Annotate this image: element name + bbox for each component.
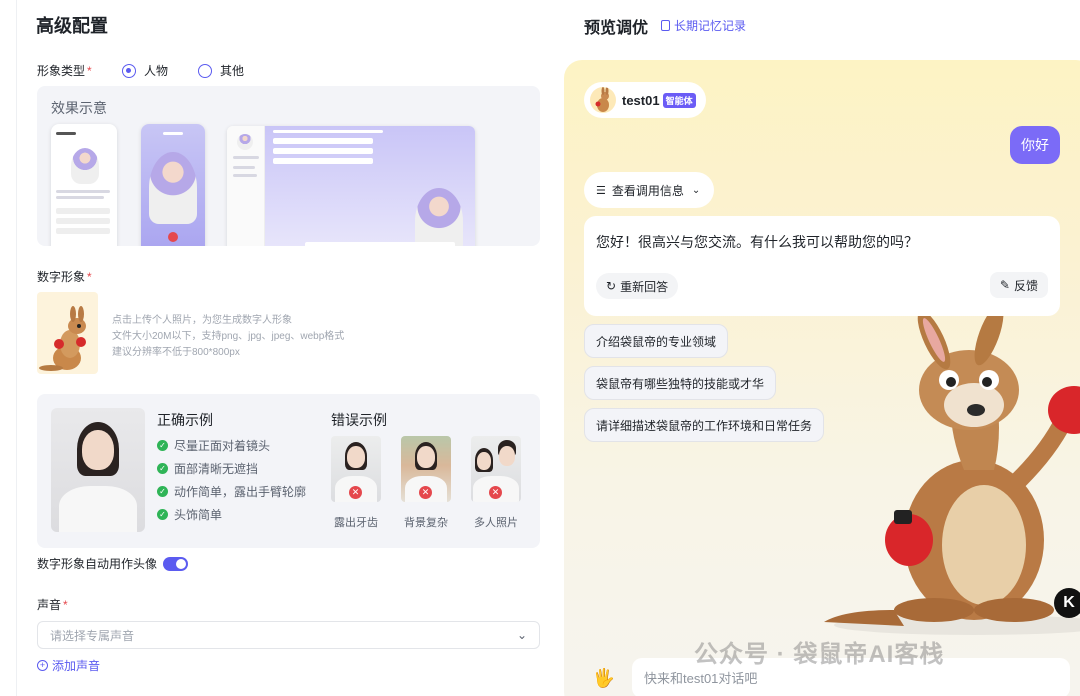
demo-phone-chat xyxy=(51,124,117,246)
radio-other[interactable]: 其他 xyxy=(198,62,244,79)
avatar-hint-2: 文件大小20M以下，支持png、jpg、jpeg、webp格式 xyxy=(112,331,345,342)
list-icon: ☰ xyxy=(596,184,606,197)
voice-select[interactable]: 请选择专属声音 ⌄ xyxy=(37,621,540,649)
voice-input-icon[interactable]: 🖐 xyxy=(584,658,624,696)
user-message: 你好 xyxy=(1010,126,1060,164)
config-panel: 高级配置 形象类型 * 人物 其他 效果示意 数字形象 * 点击上传个人照片，为… xyxy=(0,0,556,696)
agent-chip: test01 智能体 xyxy=(584,82,706,118)
wrong-example-background: ✕ xyxy=(401,436,451,502)
radio-dot-icon xyxy=(198,63,213,78)
reply-text: 您好！很高兴与您交流。有什么我可以帮助您的吗？ xyxy=(596,234,918,250)
type-radio-group: 人物 其他 xyxy=(122,62,274,79)
suggestion-chip[interactable]: 袋鼠帝有哪些独特的技能或才华 xyxy=(584,366,777,400)
floating-k-badge[interactable]: K xyxy=(1054,588,1080,618)
voice-label: 声音 * xyxy=(37,598,68,612)
error-x-icon: ✕ xyxy=(419,486,432,499)
chat-preview: test01 智能体 你好 ☰ 查看调用信息 ⌄ 您好！很高兴与您交流。有什么我… xyxy=(564,60,1080,696)
kangaroo-avatar-icon xyxy=(590,87,616,113)
add-voice-link[interactable]: + 添加声音 xyxy=(37,657,100,674)
auto-avatar-row: 数字形象自动用作头像 xyxy=(37,555,189,572)
avatar-upload[interactable] xyxy=(37,292,98,374)
correct-item: ✓ 头饰简单 xyxy=(157,506,222,523)
avatar-label: 数字形象 * xyxy=(37,270,92,284)
photo-guide-box: 正确示例 ✓ 尽量正面对着镜头 ✓ 面部清晰无遮挡 ✓ 动作简单，露出手臂轮廓 ✓ 头饰… xyxy=(37,394,540,548)
wrong-title: 错误示例 xyxy=(331,412,387,428)
demo-title: 效果示意 xyxy=(51,100,107,116)
chevron-down-icon: ⌄ xyxy=(516,628,527,642)
suggestion-chip[interactable]: 请详细描述袋鼠帝的工作环境和日常任务 xyxy=(584,408,825,442)
demo-preview-box: 效果示意 xyxy=(37,86,540,246)
preview-title: 预览调优 xyxy=(584,20,649,37)
demo-tablet xyxy=(227,126,475,246)
type-label: 形象类型 * xyxy=(37,64,92,78)
chevron-down-icon: ⌄ xyxy=(691,184,701,196)
wrong-label: 背景复杂 xyxy=(404,517,448,529)
check-icon: ✓ xyxy=(157,463,168,474)
feedback-button[interactable]: ✎ 反馈 xyxy=(989,272,1048,298)
check-icon: ✓ xyxy=(157,440,168,451)
memory-record-link[interactable]: 长期记忆记录 xyxy=(661,17,746,34)
error-x-icon: ✕ xyxy=(349,486,362,499)
feedback-icon: ✎ xyxy=(999,278,1010,292)
correct-item: ✓ 尽量正面对着镜头 xyxy=(157,437,270,454)
radio-dot-icon xyxy=(122,63,136,78)
auto-avatar-toggle[interactable] xyxy=(163,556,189,571)
watermark: 公众号 · 袋鼠帝AI客栈 xyxy=(694,641,945,668)
correct-title: 正确示例 xyxy=(157,412,213,428)
kangaroo-illustration xyxy=(824,310,1080,635)
document-icon xyxy=(661,20,670,31)
kangaroo-avatar-icon xyxy=(39,306,86,371)
config-title: 高级配置 xyxy=(36,16,108,36)
wrong-label: 多人照片 xyxy=(474,517,518,529)
suggestion-chip[interactable]: 介绍袋鼠帝的专业领域 xyxy=(584,324,729,358)
plus-circle-icon: + xyxy=(37,660,48,671)
call-info-toggle[interactable]: ☰ 查看调用信息 ⌄ xyxy=(584,172,715,208)
check-icon: ✓ xyxy=(157,486,168,497)
correct-example-photo xyxy=(51,408,145,532)
agent-badge: 智能体 xyxy=(662,92,696,108)
correct-item: ✓ 动作简单，露出手臂轮廓 xyxy=(157,483,306,500)
correct-item: ✓ 面部清晰无遮挡 xyxy=(157,460,258,477)
demo-phone-call xyxy=(141,124,205,246)
wrong-example-teeth: ✕ xyxy=(331,436,381,502)
divider xyxy=(16,0,17,696)
regenerate-button[interactable]: ↻ 重新回答 xyxy=(596,273,679,299)
radio-person[interactable]: 人物 xyxy=(122,62,168,79)
error-x-icon: ✕ xyxy=(489,486,502,499)
refresh-icon: ↻ xyxy=(606,279,617,293)
assistant-reply: 您好！很高兴与您交流。有什么我可以帮助您的吗？ ↻ 重新回答 ✎ 反馈 xyxy=(584,216,1060,316)
avatar-hint-3: 建议分辨率不低于800*800px xyxy=(112,347,240,358)
wrong-example-multiple: ✕ xyxy=(471,436,521,502)
avatar-hint-1: 点击上传个人照片，为您生成数字人形象 xyxy=(112,315,292,326)
check-icon: ✓ xyxy=(157,509,168,520)
wrong-label: 露出牙齿 xyxy=(334,517,378,529)
